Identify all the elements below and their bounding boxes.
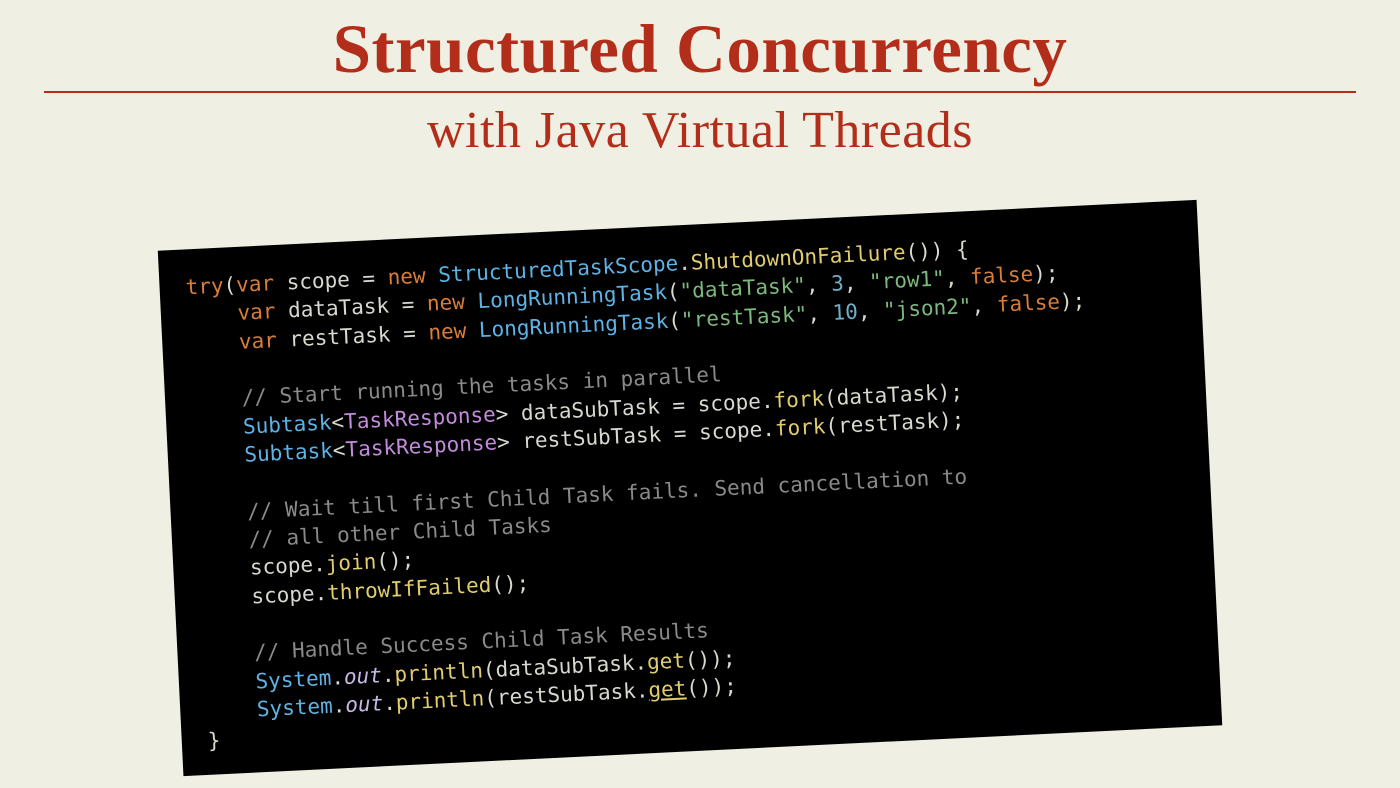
code-content: try(var scope = new StructuredTaskScope.… bbox=[185, 225, 1195, 755]
slide-subtitle: with Java Virtual Threads bbox=[0, 101, 1400, 160]
code-snippet: try(var scope = new StructuredTaskScope.… bbox=[158, 200, 1222, 776]
slide-title: Structured Concurrency bbox=[0, 0, 1400, 89]
title-divider bbox=[44, 91, 1356, 93]
